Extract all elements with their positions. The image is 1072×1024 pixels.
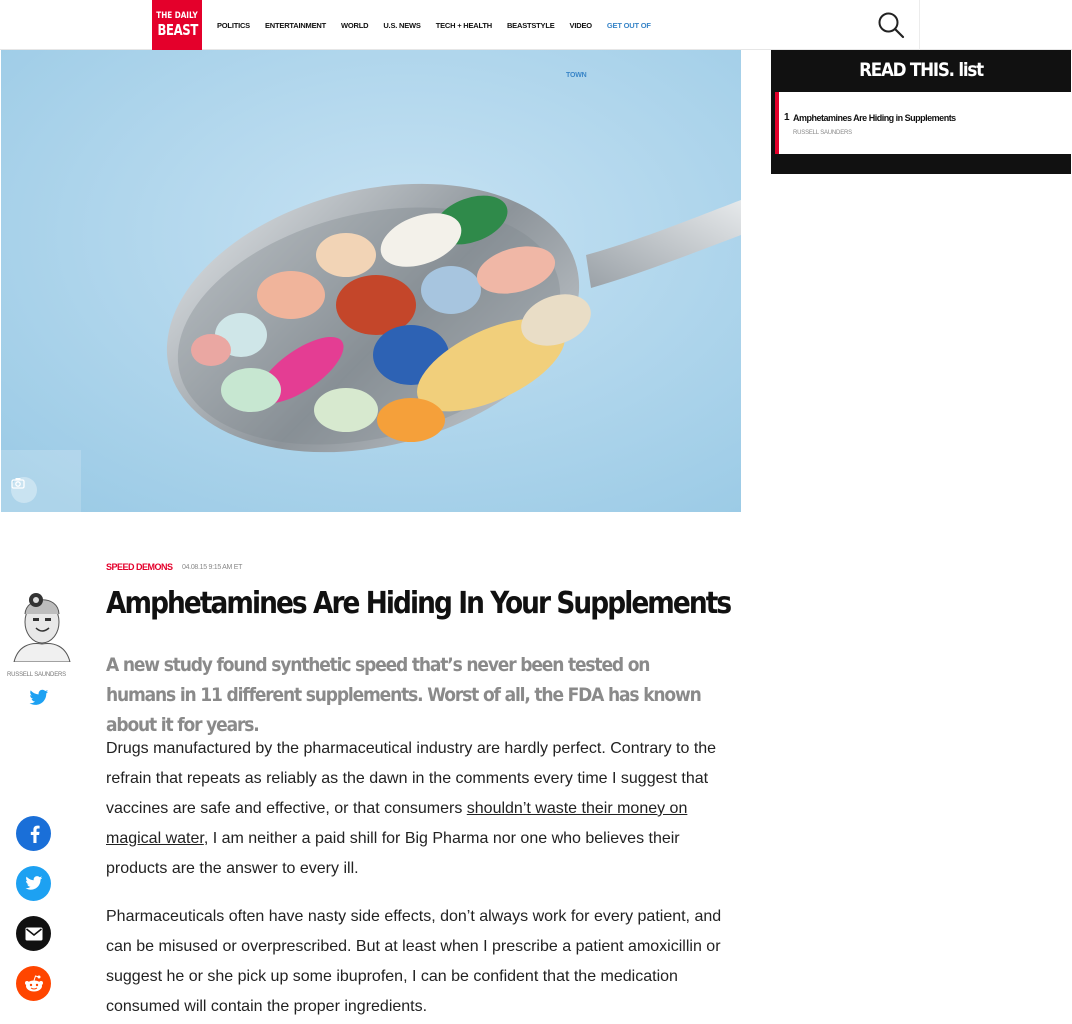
author-name[interactable]: RUSSELL SAUNDERS [7, 672, 66, 678]
twitter-icon [29, 689, 49, 705]
main-nav: POLITICS ENTERTAINMENT WORLD U.S. NEWS T… [217, 0, 666, 50]
publish-date: 04.08.15 9:15 AM ET [182, 564, 243, 571]
author-portrait [13, 593, 71, 662]
article-paragraph: Pharmaceuticals often have nasty side ef… [106, 908, 722, 1015]
list-item-title[interactable]: Amphetamines Are Hiding in Supplements [793, 113, 956, 123]
share-reddit-button[interactable] [16, 966, 51, 1001]
article-kicker[interactable]: SPEED DEMONS [106, 562, 173, 572]
reddit-icon [24, 974, 43, 991]
share-facebook-button[interactable] [16, 816, 51, 851]
photo-credit-button[interactable] [11, 477, 37, 503]
nav-video[interactable]: VIDEO [570, 21, 593, 30]
nav-politics[interactable]: POLITICS [217, 21, 250, 30]
read-this-list-title: READ THIS. list [859, 59, 984, 81]
hero-image [1, 50, 741, 512]
author-avatar[interactable] [6, 584, 76, 662]
nav-beaststyle[interactable]: BEASTSTYLE [507, 21, 555, 30]
share-twitter-button[interactable] [16, 866, 51, 901]
site-header: THE DAILY BEAST POLITICS ENTERTAINMENT W… [0, 0, 1072, 50]
twitter-icon [24, 876, 42, 890]
article-paragraph: Drugs manufactured by the pharmaceutical… [106, 734, 731, 884]
list-item-author: RUSSELL SAUNDERS [793, 130, 852, 136]
nav-world[interactable]: WORLD [341, 21, 369, 30]
email-icon [25, 927, 42, 940]
camera-icon [11, 478, 25, 489]
author-twitter-link[interactable] [29, 689, 49, 707]
share-email-button[interactable] [16, 916, 51, 951]
article-headline: Amphetamines Are Hiding In Your Suppleme… [106, 586, 732, 621]
logo-line-1: THE DAILY [156, 11, 198, 22]
search-button[interactable] [862, 0, 920, 50]
nav-entertainment[interactable]: ENTERTAINMENT [265, 21, 326, 30]
nav-tech-health[interactable]: TECH + HEALTH [436, 21, 492, 30]
list-item-number: 1 [784, 112, 790, 123]
facebook-icon [30, 825, 40, 843]
nav-us-news[interactable]: U.S. NEWS [383, 21, 421, 30]
logo-line-2: BEAST [157, 20, 199, 39]
nav-get-out-of-town[interactable]: GET OUT OF [607, 21, 651, 30]
daily-beast-logo[interactable]: THE DAILY BEAST [152, 0, 202, 50]
nav-overflow-town[interactable]: TOWN [566, 72, 587, 79]
article-dek: A new study found synthetic speed that’s… [106, 654, 702, 736]
list-item[interactable]: 1 Amphetamines Are Hiding in Supplements… [775, 92, 1071, 154]
pills-on-spoon-illustration [1, 50, 741, 512]
read-this-list: READ THIS. list 1 Amphetamines Are Hidin… [771, 50, 1071, 174]
search-icon [878, 12, 904, 39]
